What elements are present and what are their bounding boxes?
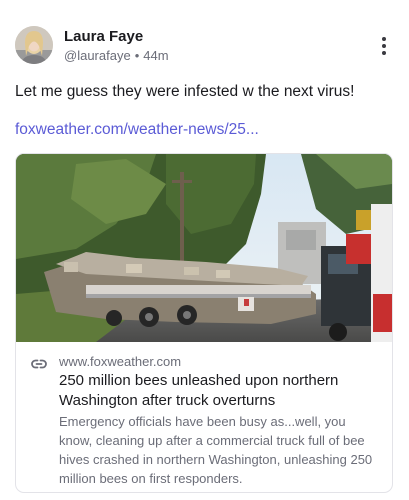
post-header: Laura Faye @laurafaye • 44m [15,26,395,70]
post-text: Let me guess they were infested w the ne… [15,83,355,100]
link-icon [30,355,48,373]
preview-meta: www.foxweather.com 250 million bees unle… [16,342,392,492]
avatar[interactable] [15,26,53,64]
author-name[interactable]: Laura Faye [64,28,143,45]
author-meta: @laurafaye • 44m [64,48,169,63]
preview-title[interactable]: 250 million bees unleashed upon northern… [59,371,379,411]
post-card[interactable]: Laura Faye @laurafaye • 44m Let me guess t… [0,0,409,500]
preview-domain: www.foxweather.com [59,354,182,369]
post-timestamp[interactable]: 44m [143,48,168,63]
author-handle[interactable]: @laurafaye [64,48,131,63]
more-options-icon[interactable] [377,37,391,57]
preview-description: Emergency officials have been busy as...… [59,414,373,486]
meta-separator: • [134,48,140,63]
preview-image[interactable] [16,154,392,342]
link-preview-card[interactable]: www.foxweather.com 250 million bees unle… [15,153,393,493]
post-link[interactable]: foxweather.com/weather-news/25... [15,120,395,140]
